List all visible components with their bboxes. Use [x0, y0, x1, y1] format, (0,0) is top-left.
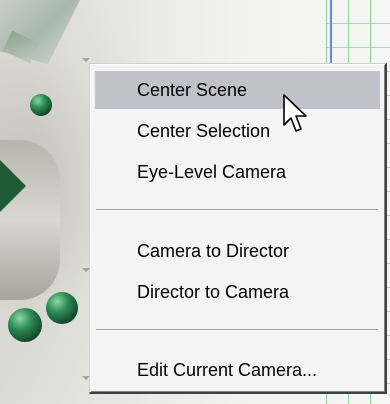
menu-item-director-to-camera[interactable]: Director to Camera — [95, 273, 380, 311]
menu-item-camera-to-director[interactable]: Camera to Director — [95, 232, 380, 270]
scene-green-ball — [8, 308, 42, 342]
camera-context-menu: Center Scene Center Selection Eye-Level … — [89, 63, 387, 394]
menu-item-center-selection[interactable]: Center Selection — [95, 112, 380, 150]
scene-green-arrow — [0, 160, 26, 212]
menu-separator — [96, 209, 378, 211]
menu-item-edit-current-camera[interactable]: Edit Current Camera... — [95, 351, 380, 389]
menu-item-eye-level-camera[interactable]: Eye-Level Camera — [95, 153, 380, 191]
arrow-pointer-icon — [283, 94, 307, 132]
scene-tick-mark — [82, 58, 90, 62]
scene-green-ball — [46, 292, 78, 324]
menu-item-center-scene[interactable]: Center Scene — [95, 71, 380, 109]
menu-separator — [96, 329, 378, 331]
scene-green-ball — [30, 94, 52, 116]
